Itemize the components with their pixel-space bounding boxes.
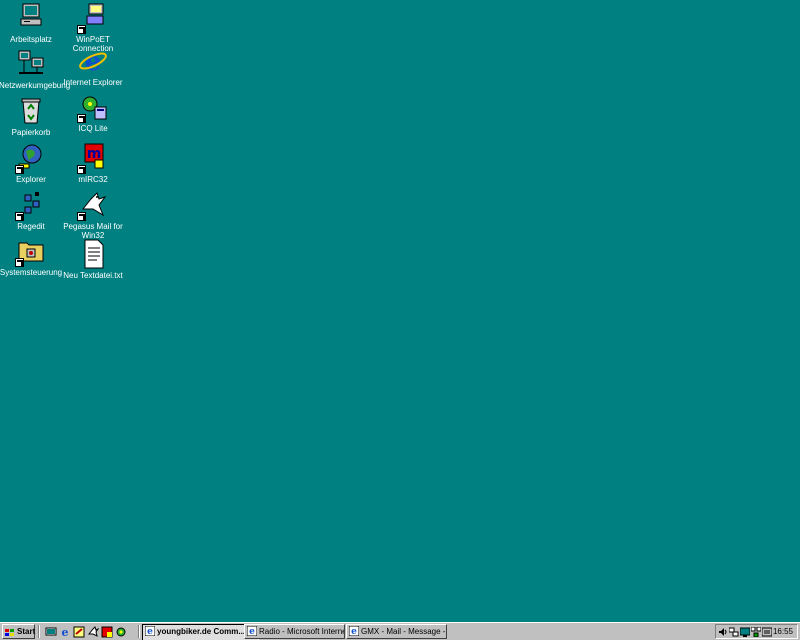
monitor-icon[interactable]	[740, 627, 750, 637]
taskbar: Start e e youngbiker.de Comm... e Radio …	[0, 622, 800, 640]
quicklaunch-pegasus-icon[interactable]	[87, 626, 99, 638]
shortcut-arrow-icon	[77, 165, 86, 174]
internet-explorer-icon: e	[349, 626, 359, 636]
text-file-icon	[77, 238, 109, 270]
quicklaunch-show-desktop-icon[interactable]	[45, 626, 57, 638]
desktop-icon-explorer[interactable]: Explorer	[0, 142, 63, 184]
shortcut-arrow-icon	[77, 25, 86, 34]
network-monitor-icon[interactable]	[751, 627, 761, 637]
desktop-icon-pegasus-mail[interactable]: Pegasus Mail for Win32	[61, 189, 125, 240]
shortcut-arrow-icon	[15, 212, 24, 221]
desktop-icon-papierkorb[interactable]: Papierkorb	[0, 95, 63, 137]
taskbar-separator	[138, 625, 140, 638]
desktop-icon-label: ICQ Lite	[78, 124, 108, 133]
pegasus-mail-icon	[77, 189, 109, 221]
desktop-icon-textdatei[interactable]: Neu Textdatei.txt	[61, 238, 125, 280]
desktop: Arbeitsplatz Netzwerkumgebung Papierkorb…	[0, 0, 800, 622]
taskbar-task-radio[interactable]: e Radio - Microsoft Internet ...	[244, 624, 345, 639]
icq-icon	[77, 91, 109, 123]
shortcut-arrow-icon	[77, 212, 86, 221]
internet-explorer-icon: e	[145, 626, 155, 636]
svg-text:e: e	[85, 47, 102, 77]
desktop-icon-label: Neu Textdatei.txt	[63, 271, 123, 280]
desktop-icon-network[interactable]: Netzwerkumgebung	[0, 48, 71, 90]
desktop-icon-systemsteuerung[interactable]: Systemsteuerung	[0, 235, 63, 277]
desktop-icon-internet-explorer[interactable]: e Internet Explorer	[61, 45, 125, 87]
desktop-icon-mirc[interactable]: m mIRC32	[61, 142, 125, 184]
desktop-icon-label: Systemsteuerung	[0, 268, 63, 277]
desktop-icon-label: Netzwerkumgebung	[0, 81, 71, 90]
desktop-icon-label: Internet Explorer	[63, 78, 123, 87]
network-neighborhood-icon	[15, 48, 47, 80]
system-tray: 16:55	[715, 624, 798, 639]
internet-explorer-icon: e	[247, 626, 257, 636]
clock[interactable]: 16:55	[773, 625, 793, 638]
quicklaunch-icq-icon[interactable]	[115, 626, 127, 638]
desktop-icon-label: Regedit	[17, 222, 45, 231]
quicklaunch-mirc-icon[interactable]	[101, 626, 113, 638]
start-label: Start	[17, 627, 36, 636]
taskbar-task-gmx[interactable]: e GMX - Mail - Message - M...	[346, 624, 447, 639]
desktop-icon-label: Papierkorb	[11, 128, 51, 137]
desktop-icon-regedit[interactable]: Regedit	[0, 189, 63, 231]
taskbar-task-label: Radio - Microsoft Internet ...	[259, 627, 344, 636]
quicklaunch-internet-explorer-icon[interactable]: e	[59, 626, 71, 638]
quicklaunch-winpoet-icon[interactable]	[73, 626, 85, 638]
control-panel-icon	[15, 235, 47, 267]
explorer-icon	[15, 142, 47, 174]
svg-text:e: e	[249, 627, 255, 636]
internet-explorer-icon: e	[77, 45, 109, 77]
mirc-icon: m	[77, 142, 109, 174]
network-connection-icon[interactable]	[729, 627, 739, 637]
regedit-icon	[15, 189, 47, 221]
shortcut-arrow-icon	[77, 114, 86, 123]
scheduler-icon[interactable]	[762, 627, 772, 637]
desktop-icon-icq[interactable]: ICQ Lite	[61, 91, 125, 133]
taskbar-task-label: youngbiker.de Comm...	[157, 627, 246, 636]
recycle-bin-icon	[15, 95, 47, 127]
winpoet-icon	[77, 2, 109, 34]
taskbar-separator	[38, 625, 40, 638]
volume-speaker-icon[interactable]	[718, 627, 728, 637]
svg-text:e: e	[62, 626, 69, 638]
windows-logo-icon	[5, 628, 15, 636]
taskbar-task-youngbiker[interactable]: e youngbiker.de Comm...	[142, 624, 259, 640]
taskbar-task-label: GMX - Mail - Message - M...	[361, 627, 446, 636]
shortcut-arrow-icon	[15, 165, 24, 174]
my-computer-icon	[15, 2, 47, 34]
shortcut-arrow-icon	[15, 258, 24, 267]
desktop-icon-label: Arbeitsplatz	[10, 35, 52, 44]
svg-text:e: e	[147, 627, 153, 636]
desktop-icon-label: mIRC32	[78, 175, 108, 184]
desktop-icon-label: Explorer	[16, 175, 46, 184]
start-button[interactable]: Start	[2, 624, 35, 639]
desktop-icon-arbeitsplatz[interactable]: Arbeitsplatz	[0, 2, 63, 44]
svg-text:e: e	[351, 627, 357, 636]
